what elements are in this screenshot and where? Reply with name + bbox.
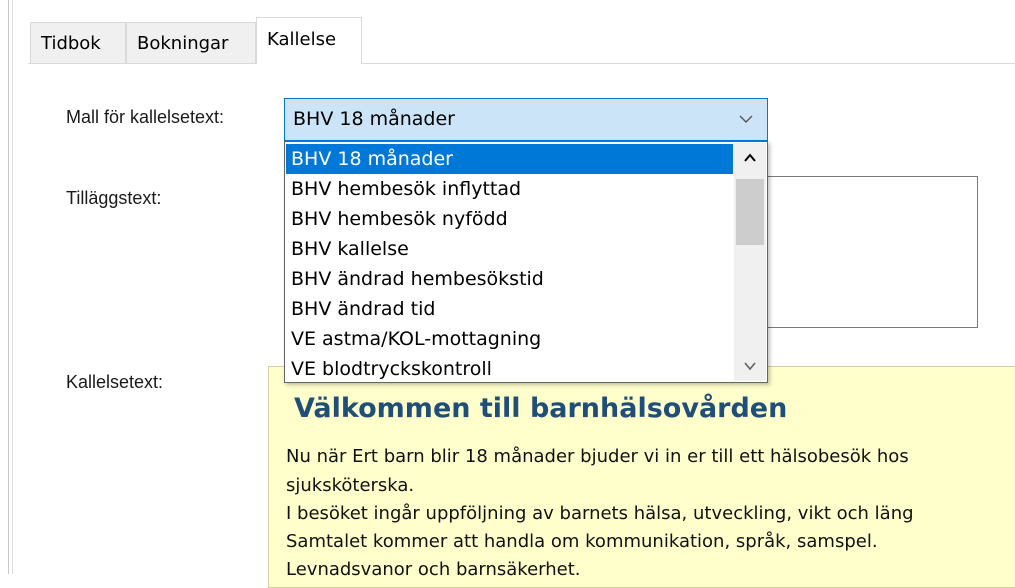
dropdown-option[interactable]: BHV kallelse: [286, 234, 733, 264]
tab-tidbok[interactable]: Tidbok: [30, 22, 126, 63]
kallelse-heading: Välkommen till barnhälsovården: [294, 393, 788, 424]
scrollbar-thumb[interactable]: [736, 179, 764, 245]
dropdown-option[interactable]: BHV ändrad hembesökstid: [286, 264, 733, 294]
scroll-down-icon[interactable]: [734, 353, 766, 379]
scroll-up-icon[interactable]: [734, 145, 766, 171]
mall-combobox[interactable]: BHV 18 månader: [284, 98, 768, 141]
dropdown-scrollbar[interactable]: [734, 143, 766, 381]
window-border-line-inner: [12, 0, 13, 574]
kallelse-text-line: sjuksköterska.: [286, 475, 415, 496]
kallelse-text-line: Nu när Ert barn blir 18 månader bjuder v…: [286, 446, 909, 467]
dropdown-option[interactable]: BHV hembesök inflyttad: [286, 174, 733, 204]
combobox-selected-value: BHV 18 månader: [293, 108, 455, 130]
kallelse-text-line: Samtalet kommer att handla om kommunikat…: [286, 531, 878, 552]
tillaggstext-label: Tilläggstext:: [66, 188, 162, 208]
kallelsetext-label: Kallelsetext:: [66, 372, 164, 392]
mall-dropdown-list[interactable]: BHV 18 månader BHV hembesök inflyttad BH…: [284, 141, 768, 383]
dropdown-option[interactable]: BHV hembesök nyfödd: [286, 204, 733, 234]
kallelsetext-editor[interactable]: Välkommen till barnhälsovården Nu när Er…: [268, 366, 1015, 588]
mall-label: Mall för kallelsetext:: [66, 107, 225, 127]
dropdown-option[interactable]: VE astma/KOL-mottagning: [286, 324, 733, 354]
tab-bokningar[interactable]: Bokningar: [126, 22, 256, 63]
kallelse-text-line: I besöket ingår uppföljning av barnets h…: [286, 503, 914, 524]
dropdown-option[interactable]: VE blodtryckskontroll: [286, 354, 733, 384]
kallelse-text-line: Levnadsvanor och barnsäkerhet.: [286, 559, 581, 580]
dropdown-option[interactable]: BHV ändrad tid: [286, 294, 733, 324]
dropdown-option[interactable]: BHV 18 månader: [286, 144, 733, 174]
tab-kallelse[interactable]: Kallelse: [256, 17, 362, 64]
window-border-line: [8, 0, 9, 574]
tillaggstext-textarea[interactable]: [766, 176, 978, 328]
